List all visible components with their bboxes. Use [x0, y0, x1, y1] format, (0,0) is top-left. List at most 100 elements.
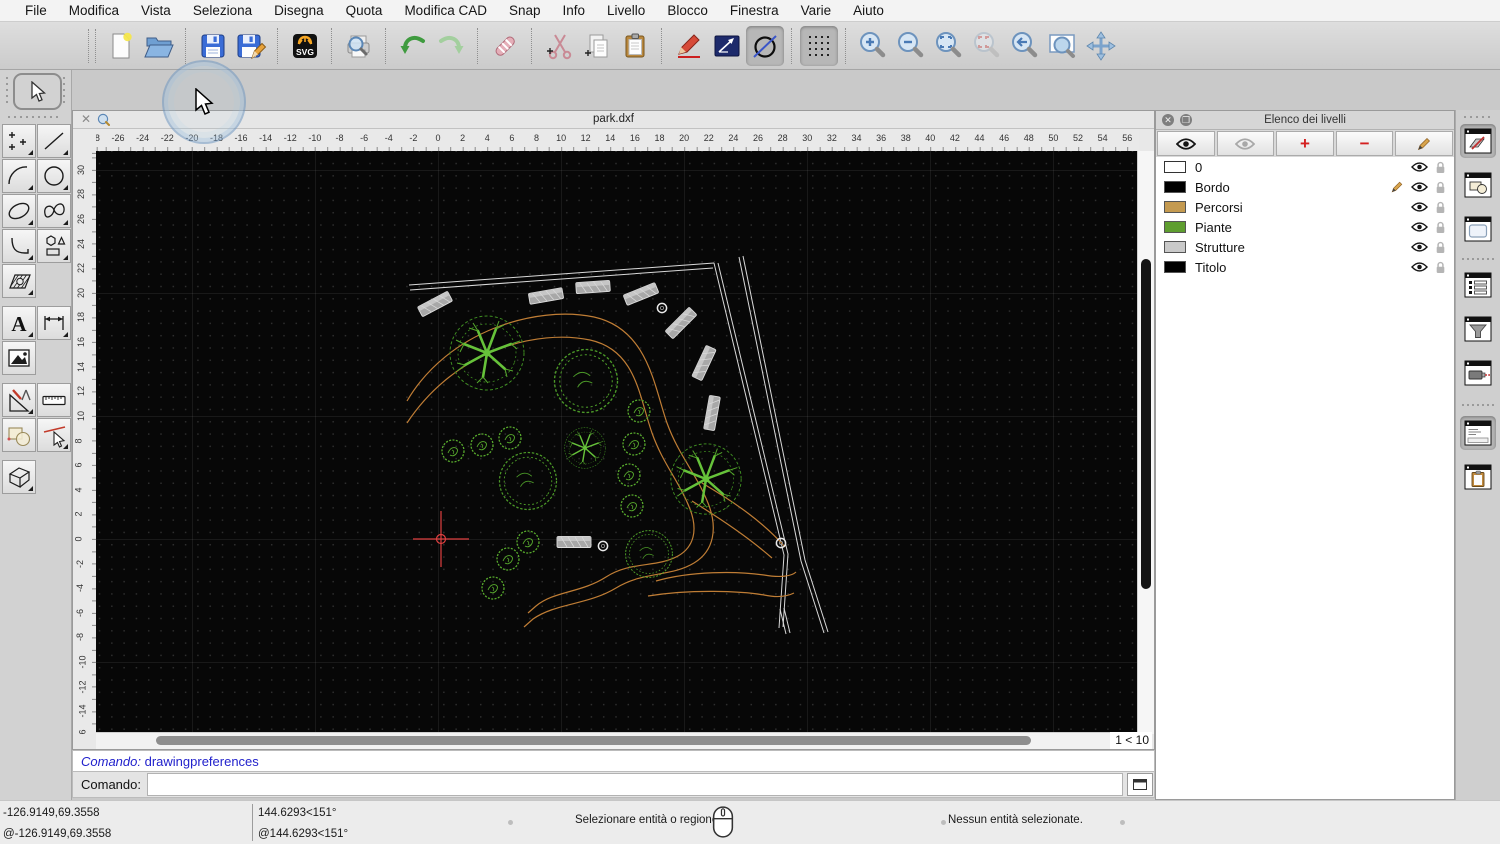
add-layer-button[interactable]: +	[1276, 131, 1334, 156]
layer-visible-eye-icon[interactable]	[1411, 182, 1428, 192]
library-browser-panel-button[interactable]	[1460, 356, 1496, 390]
undo-button[interactable]	[394, 26, 432, 66]
pan-button[interactable]	[1082, 26, 1120, 66]
menu-finestra[interactable]: Finestra	[719, 3, 790, 18]
menu-file[interactable]: File	[14, 3, 58, 18]
dimension-tool-button[interactable]	[37, 306, 71, 340]
document-titlebar[interactable]: ✕ park.dxf	[73, 111, 1154, 129]
command-line-panel-button[interactable]	[1460, 416, 1496, 450]
command-detach-button[interactable]	[1126, 773, 1153, 796]
menu-info[interactable]: Info	[552, 3, 597, 18]
shapes-tool-button[interactable]	[37, 229, 71, 263]
print-preview-button[interactable]	[340, 26, 378, 66]
layers-panel-header[interactable]: ✕ ❐ Elenco dei livelli	[1156, 111, 1454, 130]
menu-modifica-cad[interactable]: Modifica CAD	[393, 3, 498, 18]
block-list-panel-button[interactable]	[1460, 168, 1496, 202]
zoom-in-icon	[860, 31, 886, 57]
layer-row-bordo[interactable]: Bordo	[1156, 177, 1454, 197]
trim-tool-button[interactable]	[37, 418, 71, 452]
clipboard-panel-button[interactable]	[1460, 460, 1496, 494]
horizontal-scrollbar-thumb[interactable]	[156, 736, 1031, 745]
save-button[interactable]	[194, 26, 232, 66]
text-tool-button[interactable]: A	[2, 306, 36, 340]
layer-row-piante[interactable]: Piante	[1156, 217, 1454, 237]
angle-tool-button[interactable]	[708, 26, 746, 66]
zoom-in-button[interactable]	[854, 26, 892, 66]
layer-row-strutture[interactable]: Strutture	[1156, 237, 1454, 257]
auto-zoom-button[interactable]	[930, 26, 968, 66]
copy-button[interactable]	[578, 26, 616, 66]
layer-row-0[interactable]: 0	[1156, 157, 1454, 177]
vertical-scrollbar[interactable]	[1137, 151, 1154, 734]
layer-lock-icon[interactable]	[1435, 161, 1446, 174]
menu-varie[interactable]: Varie	[790, 3, 843, 18]
polyline-tool-button[interactable]	[2, 229, 36, 263]
layer-list-panel-button[interactable]	[1460, 124, 1496, 158]
palette-drag-handle[interactable]	[63, 77, 65, 103]
menu-livello[interactable]: Livello	[596, 3, 656, 18]
selection-filter-panel-button[interactable]	[1460, 312, 1496, 346]
hatch-tool-button[interactable]	[2, 264, 36, 298]
layer-row-titolo[interactable]: Titolo	[1156, 257, 1454, 277]
redo-button[interactable]	[432, 26, 470, 66]
grid-toggle-button[interactable]	[800, 25, 838, 66]
ellipse-tool-button[interactable]	[2, 194, 36, 228]
zoom-window-button[interactable]	[1044, 26, 1082, 66]
command-input[interactable]	[146, 773, 1123, 796]
points-tool-button[interactable]	[2, 124, 36, 158]
layer-lock-icon[interactable]	[1435, 221, 1446, 234]
vertical-scrollbar-thumb[interactable]	[1141, 259, 1151, 589]
svg-export-button[interactable]: SVG	[286, 26, 324, 66]
previous-view-button[interactable]	[1006, 26, 1044, 66]
property-editor-panel-button[interactable]	[1460, 268, 1496, 302]
menu-disegna[interactable]: Disegna	[263, 3, 335, 18]
cut-button[interactable]	[540, 26, 578, 66]
circle-tool-button[interactable]	[37, 159, 71, 193]
new-file-button[interactable]	[102, 26, 140, 66]
selection-tool-button[interactable]	[13, 73, 62, 110]
menu-quota[interactable]: Quota	[335, 3, 394, 18]
dock-drag-handle[interactable]	[1464, 116, 1494, 118]
construction-circle-button[interactable]	[746, 25, 784, 66]
layer-visible-eye-icon[interactable]	[1411, 222, 1428, 232]
menu-aiuto[interactable]: Aiuto	[842, 3, 895, 18]
show-all-layers-button[interactable]	[1157, 131, 1215, 156]
layer-lock-icon[interactable]	[1435, 201, 1446, 214]
palette-drag-handle[interactable]	[6, 77, 8, 103]
paste-button[interactable]	[616, 26, 654, 66]
menu-seleziona[interactable]: Seleziona	[182, 3, 263, 18]
menu-blocco[interactable]: Blocco	[656, 3, 719, 18]
open-file-button[interactable]	[140, 26, 178, 66]
arc-tool-button[interactable]	[2, 159, 36, 193]
zoom-out-button[interactable]	[892, 26, 930, 66]
spline-tool-button[interactable]	[37, 194, 71, 228]
drawing-canvas[interactable]	[96, 151, 1139, 734]
drafting-tools-button[interactable]	[2, 383, 36, 417]
layer-visible-eye-icon[interactable]	[1411, 202, 1428, 212]
layer-visible-eye-icon[interactable]	[1411, 162, 1428, 172]
remove-layer-button[interactable]: −	[1335, 131, 1394, 156]
draw-pencil-button[interactable]	[670, 26, 708, 66]
zoom-selection-button[interactable]	[968, 26, 1006, 66]
toolbar-drag-handle[interactable]	[88, 28, 96, 63]
layer-lock-icon[interactable]	[1435, 181, 1446, 194]
modify-tool-button[interactable]	[2, 418, 36, 452]
eraser-button[interactable]	[486, 26, 524, 66]
layer-lock-icon[interactable]	[1435, 261, 1446, 274]
hide-all-layers-button[interactable]	[1216, 131, 1275, 156]
line-tool-button[interactable]	[37, 124, 71, 158]
horizontal-scrollbar[interactable]	[96, 732, 1113, 749]
save-as-button[interactable]	[232, 26, 270, 66]
menu-snap[interactable]: Snap	[498, 3, 552, 18]
solid-3d-tool-button[interactable]	[2, 460, 36, 494]
menu-modifica[interactable]: Modifica	[58, 3, 130, 18]
measure-tool-button[interactable]	[37, 383, 71, 417]
view-list-panel-button[interactable]	[1460, 212, 1496, 246]
image-tool-button[interactable]	[2, 341, 36, 375]
layer-lock-icon[interactable]	[1435, 241, 1446, 254]
edit-layer-button[interactable]	[1395, 131, 1453, 156]
layer-visible-eye-icon[interactable]	[1411, 262, 1428, 272]
layer-row-percorsi[interactable]: Percorsi	[1156, 197, 1454, 217]
menu-vista[interactable]: Vista	[130, 3, 182, 18]
layer-visible-eye-icon[interactable]	[1411, 242, 1428, 252]
